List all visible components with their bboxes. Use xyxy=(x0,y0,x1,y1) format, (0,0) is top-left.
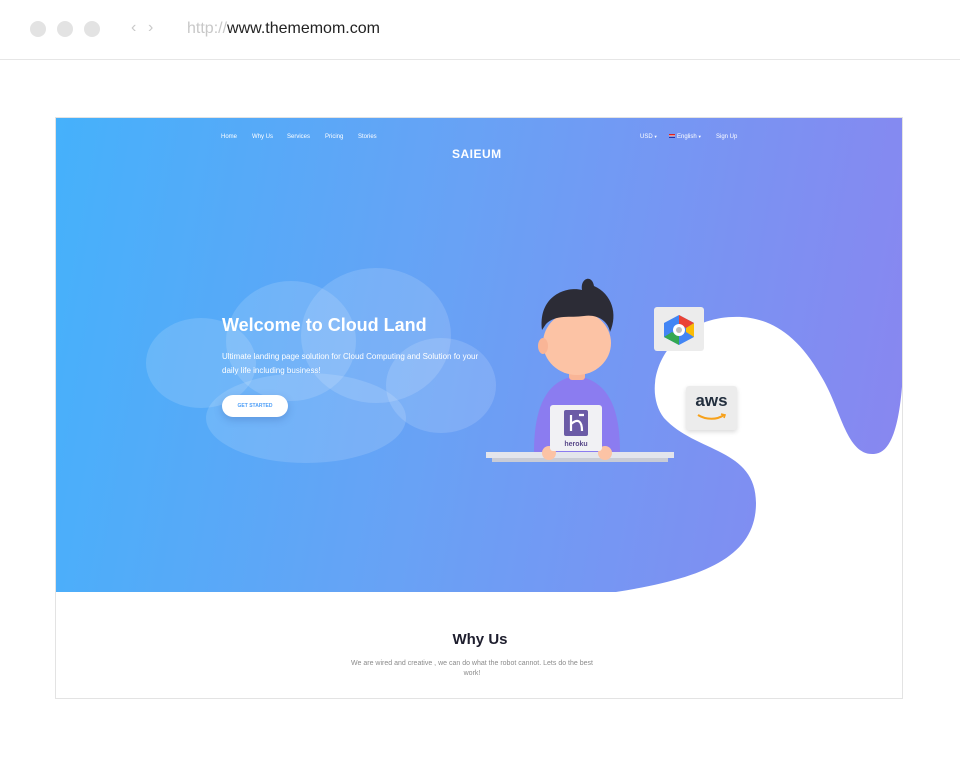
window-close-dot[interactable] xyxy=(30,21,46,37)
url-protocol: http:// xyxy=(187,20,228,37)
hero-section: Home Why Us Services Pricing Stories SAI… xyxy=(56,118,902,592)
why-us-subtitle: We are wired and creative , we can do wh… xyxy=(351,660,593,677)
illustration xyxy=(486,278,902,592)
browser-toolbar: ‹ › http://www.thememom.com xyxy=(0,0,960,60)
url-host: www.thememom.com xyxy=(227,20,380,37)
chevron-right-icon[interactable]: › xyxy=(148,18,153,38)
aws-smile-icon xyxy=(697,413,727,420)
person-face xyxy=(543,311,611,375)
desk xyxy=(486,452,674,458)
why-us-title: Why Us xyxy=(452,631,508,648)
window-maximize-dot[interactable] xyxy=(84,21,100,37)
address-bar[interactable]: http://www.thememom.com xyxy=(187,18,380,40)
website-preview: Home Why Us Services Pricing Stories SAI… xyxy=(55,117,903,699)
window-minimize-dot[interactable] xyxy=(57,21,73,37)
aws-badge: aws xyxy=(686,386,737,430)
chevron-left-icon[interactable]: ‹ xyxy=(131,18,136,38)
heroku-logo-text: heroku xyxy=(564,441,588,448)
heroku-badge: heroku xyxy=(550,405,602,451)
aws-logo-text: aws xyxy=(695,391,728,410)
